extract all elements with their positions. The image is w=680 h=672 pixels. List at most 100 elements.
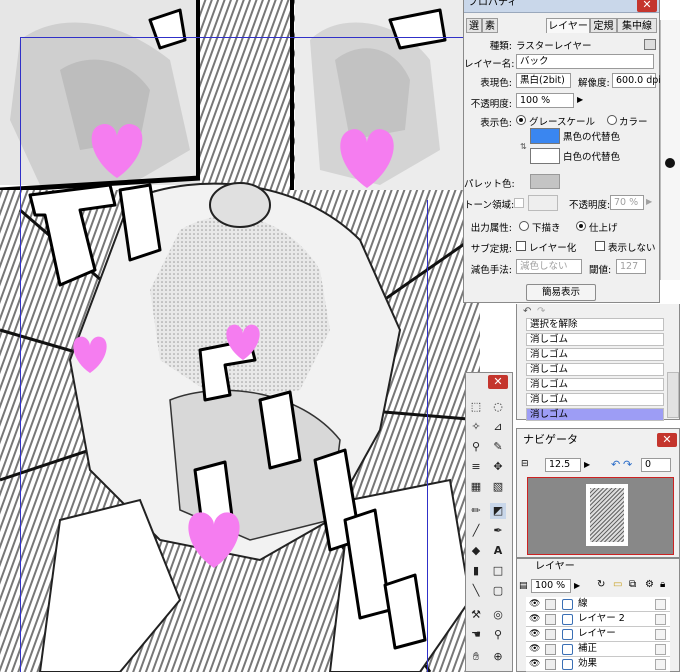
hide-checkbox[interactable]: [595, 241, 605, 251]
gradient-icon[interactable]: ▮: [468, 563, 484, 579]
hand-icon[interactable]: ☚: [468, 627, 484, 643]
layer-expand-icon[interactable]: [655, 629, 666, 640]
tone-area-swatch[interactable]: [528, 195, 558, 211]
layer-row[interactable]: 👁︎ レイヤー 2: [526, 612, 670, 627]
black-substitute-swatch[interactable]: [530, 128, 560, 144]
white-substitute-swatch[interactable]: [530, 148, 560, 164]
tab-focus-lines[interactable]: 集中線: [617, 18, 657, 33]
move-icon[interactable]: ✥: [490, 459, 506, 475]
tone-opacity-arrow-icon[interactable]: ▶: [646, 197, 652, 206]
navigator-preview[interactable]: [527, 477, 674, 555]
zoom-arrow-icon[interactable]: ▶: [584, 460, 590, 469]
layer-mode-icon[interactable]: ▤: [519, 581, 528, 591]
brush-icon[interactable]: ╱: [468, 523, 484, 539]
properties-close-button[interactable]: ✕: [637, 0, 657, 12]
layer-lock-toggle[interactable]: [545, 614, 556, 625]
layer-expand-icon[interactable]: [655, 644, 666, 655]
eye-icon[interactable]: 👁︎: [529, 642, 540, 656]
tone-area-checkbox[interactable]: [514, 198, 524, 208]
layer-name-field[interactable]: バック: [516, 54, 654, 69]
redo-icon[interactable]: ↷: [537, 306, 545, 317]
layer-lock-toggle[interactable]: [545, 659, 556, 670]
layer-lock-toggle[interactable]: [545, 629, 556, 640]
pencil-icon[interactable]: ✏: [468, 503, 484, 519]
opacity-field[interactable]: 100 %: [516, 93, 574, 108]
pen-tool-icon[interactable]: ✎: [490, 439, 506, 455]
brush-size-dot[interactable]: [665, 158, 675, 168]
magnify-icon[interactable]: ⊕: [490, 649, 506, 665]
zoom-field[interactable]: 12.5: [545, 458, 581, 472]
history-item[interactable]: 消しゴム: [526, 378, 664, 391]
new-layer-icon[interactable]: ↻: [597, 579, 605, 590]
rect-icon[interactable]: ▢: [490, 583, 506, 599]
select-pen-icon[interactable]: ⊿: [490, 419, 506, 435]
lock-icon[interactable]: [644, 39, 656, 50]
magic-wand-icon[interactable]: ✧: [468, 419, 484, 435]
rect-select-icon[interactable]: ⬚: [468, 399, 484, 415]
copy-layer-icon[interactable]: ⧉: [629, 579, 636, 590]
tab-layer[interactable]: レイヤー: [546, 18, 590, 33]
grid-icon[interactable]: ▧: [490, 479, 506, 495]
navigator-titlebar[interactable]: ナビゲータ: [517, 429, 679, 451]
object-select-icon[interactable]: ▦: [468, 479, 484, 495]
zoom-out-icon[interactable]: ⊟: [521, 459, 529, 469]
layer-lock-icon[interactable]: 🔒︎: [660, 579, 665, 590]
history-item[interactable]: 消しゴム: [526, 363, 664, 376]
layer-opacity-arrow-icon[interactable]: ▶: [574, 581, 580, 590]
layer-row[interactable]: 👁︎ 線: [526, 597, 670, 612]
properties-titlebar[interactable]: プロパティ: [464, 0, 659, 13]
marker-icon[interactable]: ✒: [490, 523, 506, 539]
layer-expand-icon[interactable]: [655, 659, 666, 670]
zoom-tool-icon[interactable]: ⚲: [468, 439, 484, 455]
eye-icon[interactable]: 👁︎: [529, 657, 540, 671]
tab-ruler[interactable]: 定規: [590, 18, 617, 33]
finish-radio[interactable]: [576, 221, 586, 231]
palette-color-swatch[interactable]: [530, 174, 560, 189]
tab-material[interactable]: 素: [482, 18, 498, 33]
rotate-field[interactable]: 0: [641, 458, 671, 472]
history-item[interactable]: 消しゴム: [526, 393, 664, 406]
opacity-arrow-icon[interactable]: ▶: [577, 95, 583, 104]
resolution-field[interactable]: 600.0 dpi: [612, 73, 661, 88]
fill-icon[interactable]: ◆: [468, 543, 484, 559]
draft-radio[interactable]: [519, 221, 529, 231]
eye-icon[interactable]: 👁︎: [529, 597, 540, 611]
tab-select[interactable]: 選: [466, 18, 482, 33]
layer-lock-toggle[interactable]: [545, 599, 556, 610]
palm-icon[interactable]: ✋︎: [468, 649, 484, 665]
text-lines-icon[interactable]: ≡: [468, 459, 484, 475]
folder-icon[interactable]: ▭: [613, 579, 622, 590]
tool-palette-close-button[interactable]: ✕: [488, 375, 508, 389]
expr-color-select[interactable]: 黒白(2bit): [516, 73, 571, 88]
balloon-icon[interactable]: ◎: [490, 607, 506, 623]
history-scrollbar[interactable]: [667, 372, 679, 418]
navigator-close-button[interactable]: ✕: [657, 433, 677, 447]
undo-icon[interactable]: ↶: [523, 306, 531, 317]
eraser-icon[interactable]: ◩: [490, 503, 506, 519]
layer-lock-toggle[interactable]: [545, 644, 556, 655]
text-tool-icon[interactable]: A: [490, 543, 506, 559]
history-item[interactable]: 消しゴム: [526, 348, 664, 361]
reduce-method-select[interactable]: 減色しない: [516, 259, 582, 274]
shape-icon[interactable]: □: [490, 563, 506, 579]
layer-settings-icon[interactable]: ⚙: [645, 579, 654, 590]
lasso-icon[interactable]: ◌: [490, 399, 506, 415]
line-icon[interactable]: ╲: [468, 583, 484, 599]
search-icon[interactable]: ⚲: [490, 627, 506, 643]
layer-row[interactable]: 👁︎ 効果: [526, 657, 670, 672]
layer-expand-icon[interactable]: [655, 614, 666, 625]
color-radio[interactable]: [607, 115, 617, 125]
layer-expand-icon[interactable]: [655, 599, 666, 610]
history-item[interactable]: 消しゴム: [526, 408, 664, 421]
history-item[interactable]: 消しゴム: [526, 333, 664, 346]
threshold-field[interactable]: 127: [616, 259, 646, 274]
rotate-right-icon[interactable]: ↷: [623, 458, 632, 471]
eye-icon[interactable]: 👁︎: [529, 627, 540, 641]
layers-titlebar[interactable]: レイヤー: [517, 559, 679, 575]
history-item[interactable]: 選択を解除: [526, 318, 664, 331]
eye-icon[interactable]: 👁︎: [529, 612, 540, 626]
layer-row[interactable]: 👁︎ 補正: [526, 642, 670, 657]
to-layer-checkbox[interactable]: [516, 241, 526, 251]
tone-opacity-field[interactable]: 70 %: [610, 195, 644, 210]
grayscale-radio[interactable]: [516, 115, 526, 125]
